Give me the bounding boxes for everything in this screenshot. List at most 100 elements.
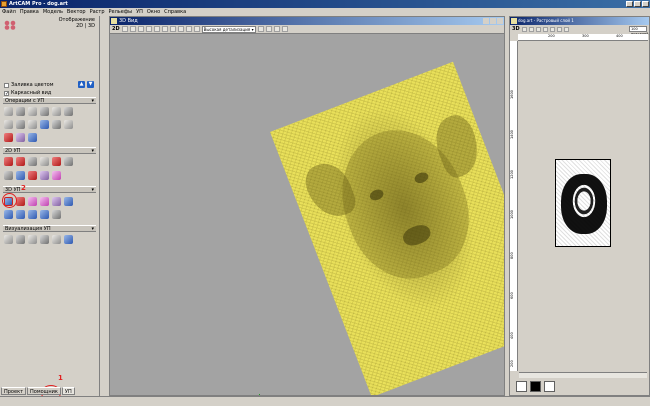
toolpath-op-icon[interactable] [4, 120, 13, 129]
section-toolpath-simulation[interactable]: Визуализация УП ▾ [3, 225, 96, 232]
simulate-icon[interactable] [64, 235, 73, 244]
zoom-in-icon[interactable] [521, 26, 527, 32]
iso-view-icon[interactable] [169, 26, 176, 32]
2d-view-button[interactable]: 2D [112, 26, 120, 32]
top-view-icon[interactable] [177, 26, 184, 32]
pan-icon[interactable] [153, 26, 160, 32]
zoom-out-icon[interactable] [137, 26, 144, 32]
wireframe-checkbox[interactable]: ✓ Каркасный вид [4, 90, 51, 96]
tab-assistant[interactable]: Помощник [27, 387, 61, 395]
menu-edit[interactable]: Правка [20, 8, 39, 16]
toolpath-op-icon[interactable] [28, 120, 37, 129]
color-icon[interactable] [281, 26, 288, 32]
section-2d-toolpaths[interactable]: 2D УП ▾ [3, 147, 96, 154]
3d-toolpath-icon[interactable] [40, 197, 49, 206]
profile-toolpath-icon[interactable] [4, 157, 13, 166]
toolpath-op-icon[interactable] [52, 120, 61, 129]
simulate-icon[interactable] [52, 235, 61, 244]
simulate-icon[interactable] [40, 235, 49, 244]
zoom-out-icon[interactable] [528, 26, 534, 32]
fill-color-checkbox[interactable]: Заливка цветом [4, 82, 54, 88]
light-bulb-icon[interactable] [273, 26, 280, 32]
2d-toolpath-icon[interactable] [52, 171, 61, 180]
rotate-icon[interactable] [121, 26, 128, 32]
menu-help[interactable]: Справка [164, 8, 186, 16]
arrow-up-icon[interactable]: ▲ [78, 81, 85, 88]
3d-toolpath-icon[interactable] [28, 197, 37, 206]
toolpath-op-icon[interactable] [16, 107, 25, 116]
zoom-value[interactable]: 100 пикселей [629, 26, 648, 36]
zoom-box-icon[interactable] [145, 26, 152, 32]
arrow-down-icon[interactable]: ▼ [87, 81, 94, 88]
minimize-button[interactable] [483, 18, 489, 24]
3d-toolpath-icon[interactable] [52, 210, 61, 219]
close-button[interactable] [497, 18, 503, 24]
menu-vector[interactable]: Вектор [67, 8, 86, 16]
section-3d-toolpaths[interactable]: 3D УП ▾ [3, 186, 96, 193]
zoom-in-icon[interactable] [129, 26, 136, 32]
2d-toolpath-icon[interactable] [4, 171, 13, 180]
drilling-icon[interactable] [28, 157, 37, 166]
zoom-box-icon[interactable] [535, 26, 541, 32]
menu-reliefs[interactable]: Рельефы [109, 8, 133, 16]
view-toggle[interactable]: Отображение 2D | 3D [59, 17, 95, 29]
collapse-icon[interactable]: ▾ [91, 98, 94, 104]
snap-icon[interactable] [556, 26, 562, 32]
toolpath-op-icon[interactable] [52, 107, 61, 116]
toolpath-op-icon[interactable] [64, 107, 73, 116]
fit-view-icon[interactable] [161, 26, 168, 32]
toolpath-op-icon[interactable] [4, 107, 13, 116]
raster-canvas[interactable] [519, 42, 647, 371]
3d-toolpath-icon[interactable] [40, 210, 49, 219]
toolpath-op-icon[interactable] [40, 107, 49, 116]
menu-toolpaths[interactable]: УП [136, 8, 143, 16]
close-button[interactable] [642, 1, 649, 7]
menu-window[interactable]: Окно [147, 8, 160, 16]
toolpath-op-icon[interactable] [16, 133, 25, 142]
section-toolpath-operations[interactable]: Операции с УП ▾ [3, 97, 96, 104]
inlay-icon[interactable] [64, 157, 73, 166]
3d-toolpath-icon[interactable] [4, 210, 13, 219]
toolpath-op-icon[interactable] [28, 133, 37, 142]
collapse-icon[interactable]: ▾ [91, 148, 94, 154]
white-color-swatch[interactable] [544, 381, 555, 392]
horizontal-scrollbar[interactable] [519, 372, 647, 378]
menu-raster[interactable]: Растр [90, 8, 105, 16]
tab-toolpaths[interactable]: УП [61, 387, 75, 395]
simulate-icon[interactable] [4, 235, 13, 244]
3d-view-button[interactable]: 3D [512, 26, 520, 32]
side-view-icon[interactable] [193, 26, 200, 32]
detail-level-select[interactable]: Высокая детализация [201, 25, 256, 33]
toolpath-op-icon[interactable] [16, 120, 25, 129]
light-icon[interactable] [257, 26, 264, 32]
3d-toolpath-icon[interactable] [28, 210, 37, 219]
material-icon[interactable] [265, 26, 272, 32]
3d-toolpath-icon[interactable] [64, 197, 73, 206]
simulate-icon[interactable] [16, 235, 25, 244]
3d-toolpath-icon[interactable] [52, 197, 61, 206]
minimize-button[interactable] [626, 1, 633, 7]
menu-model[interactable]: Модель [43, 8, 63, 16]
simulate-icon[interactable] [28, 235, 37, 244]
3d-toolpath-icon[interactable] [16, 197, 25, 206]
front-view-icon[interactable] [185, 26, 192, 32]
engraving-icon[interactable] [52, 157, 61, 166]
3d-toolpath-icon[interactable] [16, 210, 25, 219]
toolpath-op-icon[interactable] [4, 133, 13, 142]
primary-color-swatch[interactable] [516, 381, 527, 392]
toolpath-op-icon[interactable] [28, 107, 37, 116]
toolpath-op-icon[interactable] [64, 120, 73, 129]
3d-viewport[interactable] [110, 34, 504, 395]
view-mode[interactable]: 2D | 3D [59, 23, 95, 29]
tab-project[interactable]: Проект [1, 387, 27, 395]
maximize-button[interactable] [490, 18, 496, 24]
layers-icon[interactable] [563, 26, 569, 32]
collapse-icon[interactable]: ▾ [91, 226, 94, 232]
grid-icon[interactable] [549, 26, 555, 32]
machine-vector-icon[interactable] [40, 157, 49, 166]
fit-icon[interactable] [542, 26, 548, 32]
area-clearance-icon[interactable] [16, 157, 25, 166]
2d-toolpath-icon[interactable] [40, 171, 49, 180]
2d-toolpath-icon[interactable] [16, 171, 25, 180]
black-color-swatch[interactable] [530, 381, 541, 392]
